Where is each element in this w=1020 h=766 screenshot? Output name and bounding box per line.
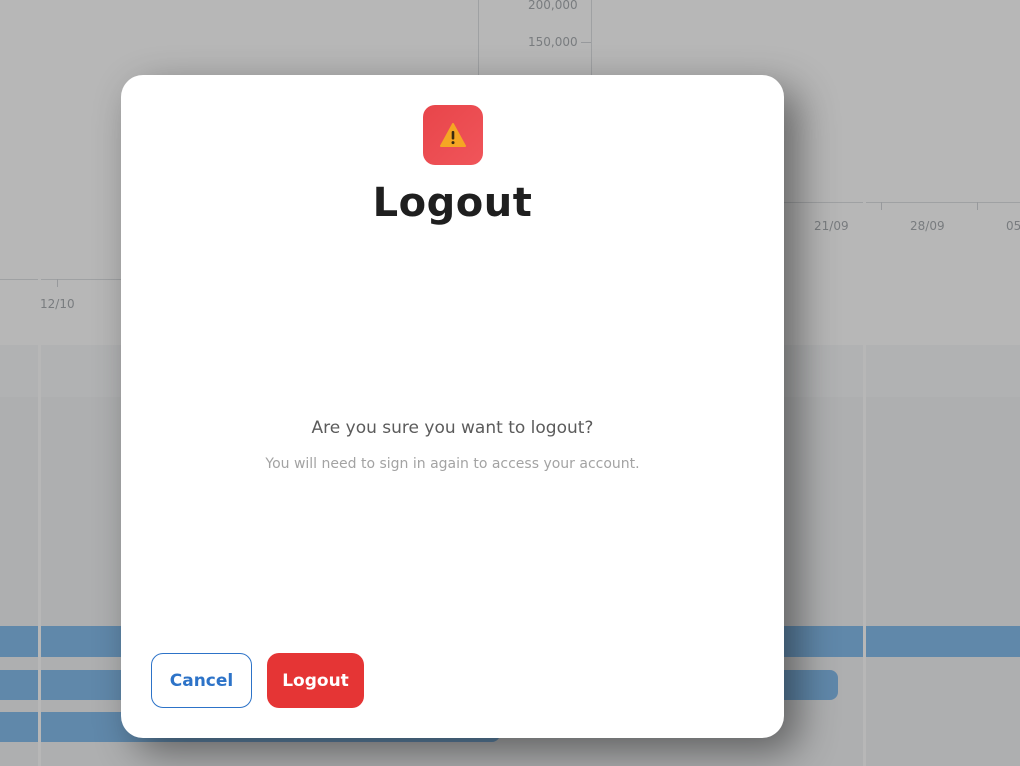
- logout-button[interactable]: Logout: [267, 653, 364, 708]
- cancel-button[interactable]: Cancel: [151, 653, 252, 708]
- dialog-question: Are you sure you want to logout?: [311, 418, 594, 438]
- dialog-hint: You will need to sign in again to access…: [265, 456, 640, 472]
- warning-icon-badge: [423, 105, 483, 165]
- warning-icon: [440, 123, 466, 147]
- logout-dialog: Logout Are you sure you want to logout? …: [121, 75, 784, 738]
- dialog-title: Logout: [372, 180, 533, 226]
